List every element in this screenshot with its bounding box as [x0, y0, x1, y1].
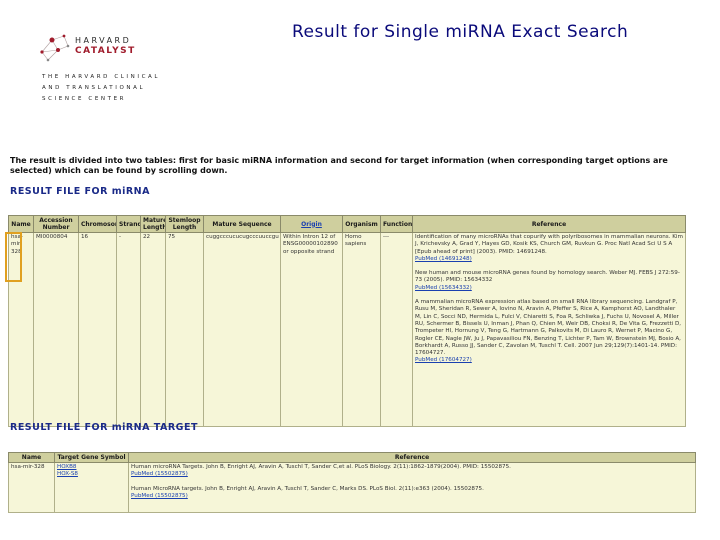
accession-cell: MI0000804: [33, 232, 79, 427]
target-col-header-reference: Reference: [128, 452, 696, 463]
table-row: hsa-mir-328 MI0000804 16 - 22 75 cuggccc…: [8, 232, 686, 427]
page-title: Result for Single miRNA Exact Search: [292, 22, 629, 42]
col-header-accession: Accession Number: [33, 215, 79, 233]
reference-entry: New human and mouse microRNA genes found…: [415, 270, 683, 292]
target-section-title: RESULT FILE FOR miRNA TARGET: [10, 422, 198, 433]
reference-text: Identification of many microRNAs that co…: [415, 234, 683, 255]
target-result-table: Name Target Gene Symbol Reference hsa-mi…: [8, 452, 696, 513]
reference-text: Human MicroRNA targets. John B, Enright …: [131, 485, 484, 492]
pubmed-link[interactable]: PubMed (15634332): [415, 285, 683, 292]
gene-link-hoxb8[interactable]: HOXB8: [57, 464, 126, 471]
target-gene-cell: HOXB8 HOX-S8: [54, 462, 129, 513]
reference-cell: Identification of many microRNAs that co…: [412, 232, 686, 427]
target-col-header-name: Name: [8, 452, 55, 463]
reference-entry: Human microRNA Targets. John B, Enright …: [131, 464, 693, 479]
mature-length-cell: 22: [140, 232, 166, 427]
reference-text: New human and mouse microRNA genes found…: [415, 270, 680, 284]
reference-entry: Identification of many microRNAs that co…: [415, 234, 683, 263]
table-row: hsa-mir-328 HOXB8 HOX-S8 Human microRNA …: [8, 462, 696, 513]
gene-link-hox-s8[interactable]: HOX-S8: [57, 471, 126, 478]
mirna-table-header: Name Accession Number Chromosome Strand …: [8, 215, 686, 233]
mirna-section-title: RESULT FILE FOR miRNA: [10, 186, 150, 197]
col-header-name: Name: [8, 215, 34, 233]
pubmed-link[interactable]: PubMed (17604727): [415, 357, 683, 364]
col-header-origin-link[interactable]: Origin: [280, 215, 343, 233]
reference-entry: A mammalian microRNA expression atlas ba…: [415, 299, 683, 365]
strand-cell: -: [116, 232, 141, 427]
pubmed-link[interactable]: PubMed (15502875): [131, 471, 693, 478]
reference-entry: Human MicroRNA targets. John B, Enright …: [131, 486, 693, 501]
logo-tagline-2: AND TRANSLATIONAL: [42, 85, 146, 91]
col-header-reference: Reference: [412, 215, 686, 233]
catalyst-network-icon: [40, 34, 70, 62]
target-table-header: Name Target Gene Symbol Reference: [8, 452, 696, 463]
col-header-strand: Strand: [116, 215, 141, 233]
intro-text: The result is divided into two tables: f…: [10, 156, 668, 175]
col-header-function: Function: [380, 215, 413, 233]
mature-sequence-cell: cuggcccucucugcccuuccgu: [203, 232, 281, 427]
target-name-cell: hsa-mir-328: [8, 462, 55, 513]
col-header-chromosome: Chromosome: [78, 215, 117, 233]
col-header-mature-sequence: Mature Sequence: [203, 215, 281, 233]
function-cell: ---: [380, 232, 413, 427]
mirna-result-table: Name Accession Number Chromosome Strand …: [8, 215, 686, 427]
col-header-organism: Organism: [342, 215, 381, 233]
name-cell-highlight: [5, 232, 22, 282]
pubmed-link[interactable]: PubMed (14691248): [415, 256, 683, 263]
target-reference-cell: Human microRNA Targets. John B, Enright …: [128, 462, 696, 513]
col-header-stemloop-length: Stemloop Length: [165, 215, 204, 233]
logo-tagline-3: SCIENCE CENTER: [42, 96, 127, 102]
logo-catalyst-text: CATALYST: [75, 46, 136, 56]
reference-text: A mammalian microRNA expression atlas ba…: [415, 299, 682, 357]
col-header-mature-length: Mature Length: [140, 215, 166, 233]
logo-harvard-text: HARVARD: [75, 36, 132, 45]
logo-tagline-1: THE HARVARD CLINICAL: [42, 74, 161, 80]
harvard-catalyst-logo: HARVARD CATALYST THE HARVARD CLINICAL AN…: [38, 32, 157, 102]
chromosome-cell: 16: [78, 232, 117, 427]
origin-cell: Within Intron 12 of ENSG00000102890 or o…: [280, 232, 343, 427]
stemloop-length-cell: 75: [165, 232, 204, 427]
organism-cell: Homo sapiens: [342, 232, 381, 427]
pubmed-link[interactable]: PubMed (15502875): [131, 493, 693, 500]
reference-text: Human microRNA Targets. John B, Enright …: [131, 464, 511, 470]
target-col-header-gene: Target Gene Symbol: [54, 452, 129, 463]
